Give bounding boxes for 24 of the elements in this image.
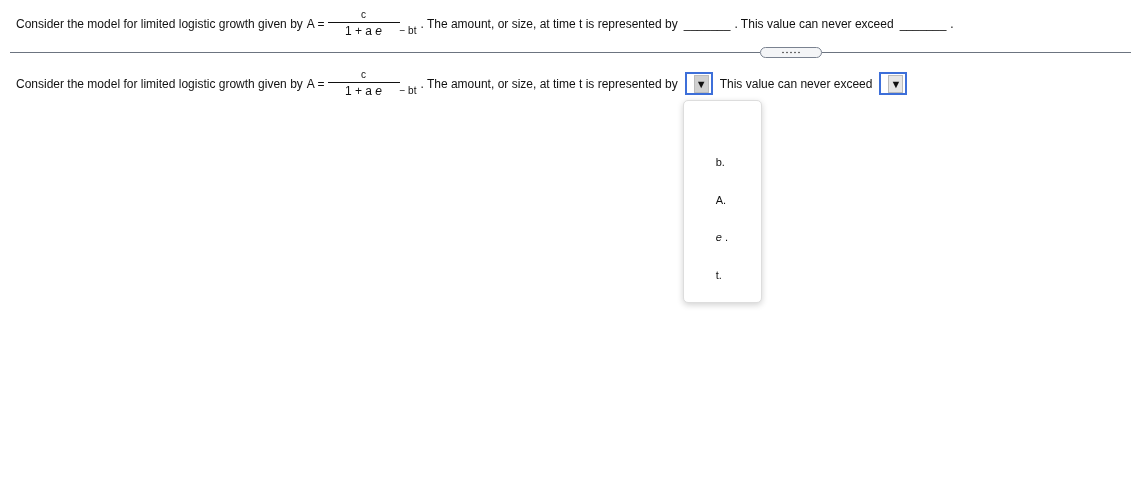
formula-exponent: − bt <box>399 84 417 97</box>
resize-handle[interactable] <box>760 47 822 58</box>
answer-blank: _______ <box>899 16 947 31</box>
dropdown-option[interactable]: t. <box>683 268 761 306</box>
question-text: . This value can never exceed <box>734 16 894 31</box>
formula-denominator: 1 + a e <box>344 83 382 99</box>
answer-blank: _______ <box>683 16 731 31</box>
formula-exponent: − bt <box>399 24 417 37</box>
answer-dropdown[interactable]: ▼ <box>879 72 908 95</box>
dropdown-option[interactable]: A. <box>683 193 761 231</box>
question-text: . The amount, or size, at time t is represented by <box>420 76 678 91</box>
question-text: Consider the model for limited logistic growth given by <box>16 76 303 91</box>
formula-lhs: A = <box>306 16 325 31</box>
question-text: . <box>950 16 954 31</box>
formula-numerator: c <box>361 8 366 22</box>
formula-denominator: 1 + a e <box>344 23 382 39</box>
question-text: This value can never exceed <box>719 76 873 91</box>
answer-dropdown[interactable]: ▼ <box>684 72 713 95</box>
formula-lhs: A = <box>306 76 325 91</box>
dropdown-option[interactable]: e . <box>683 231 761 269</box>
question-text: Consider the model for limited logistic growth given by <box>16 16 303 31</box>
dropdown-option[interactable]: b. <box>683 156 761 194</box>
formula-numerator: c <box>361 68 366 82</box>
question-text: . The amount, or size, at time t is represented by <box>420 16 678 31</box>
